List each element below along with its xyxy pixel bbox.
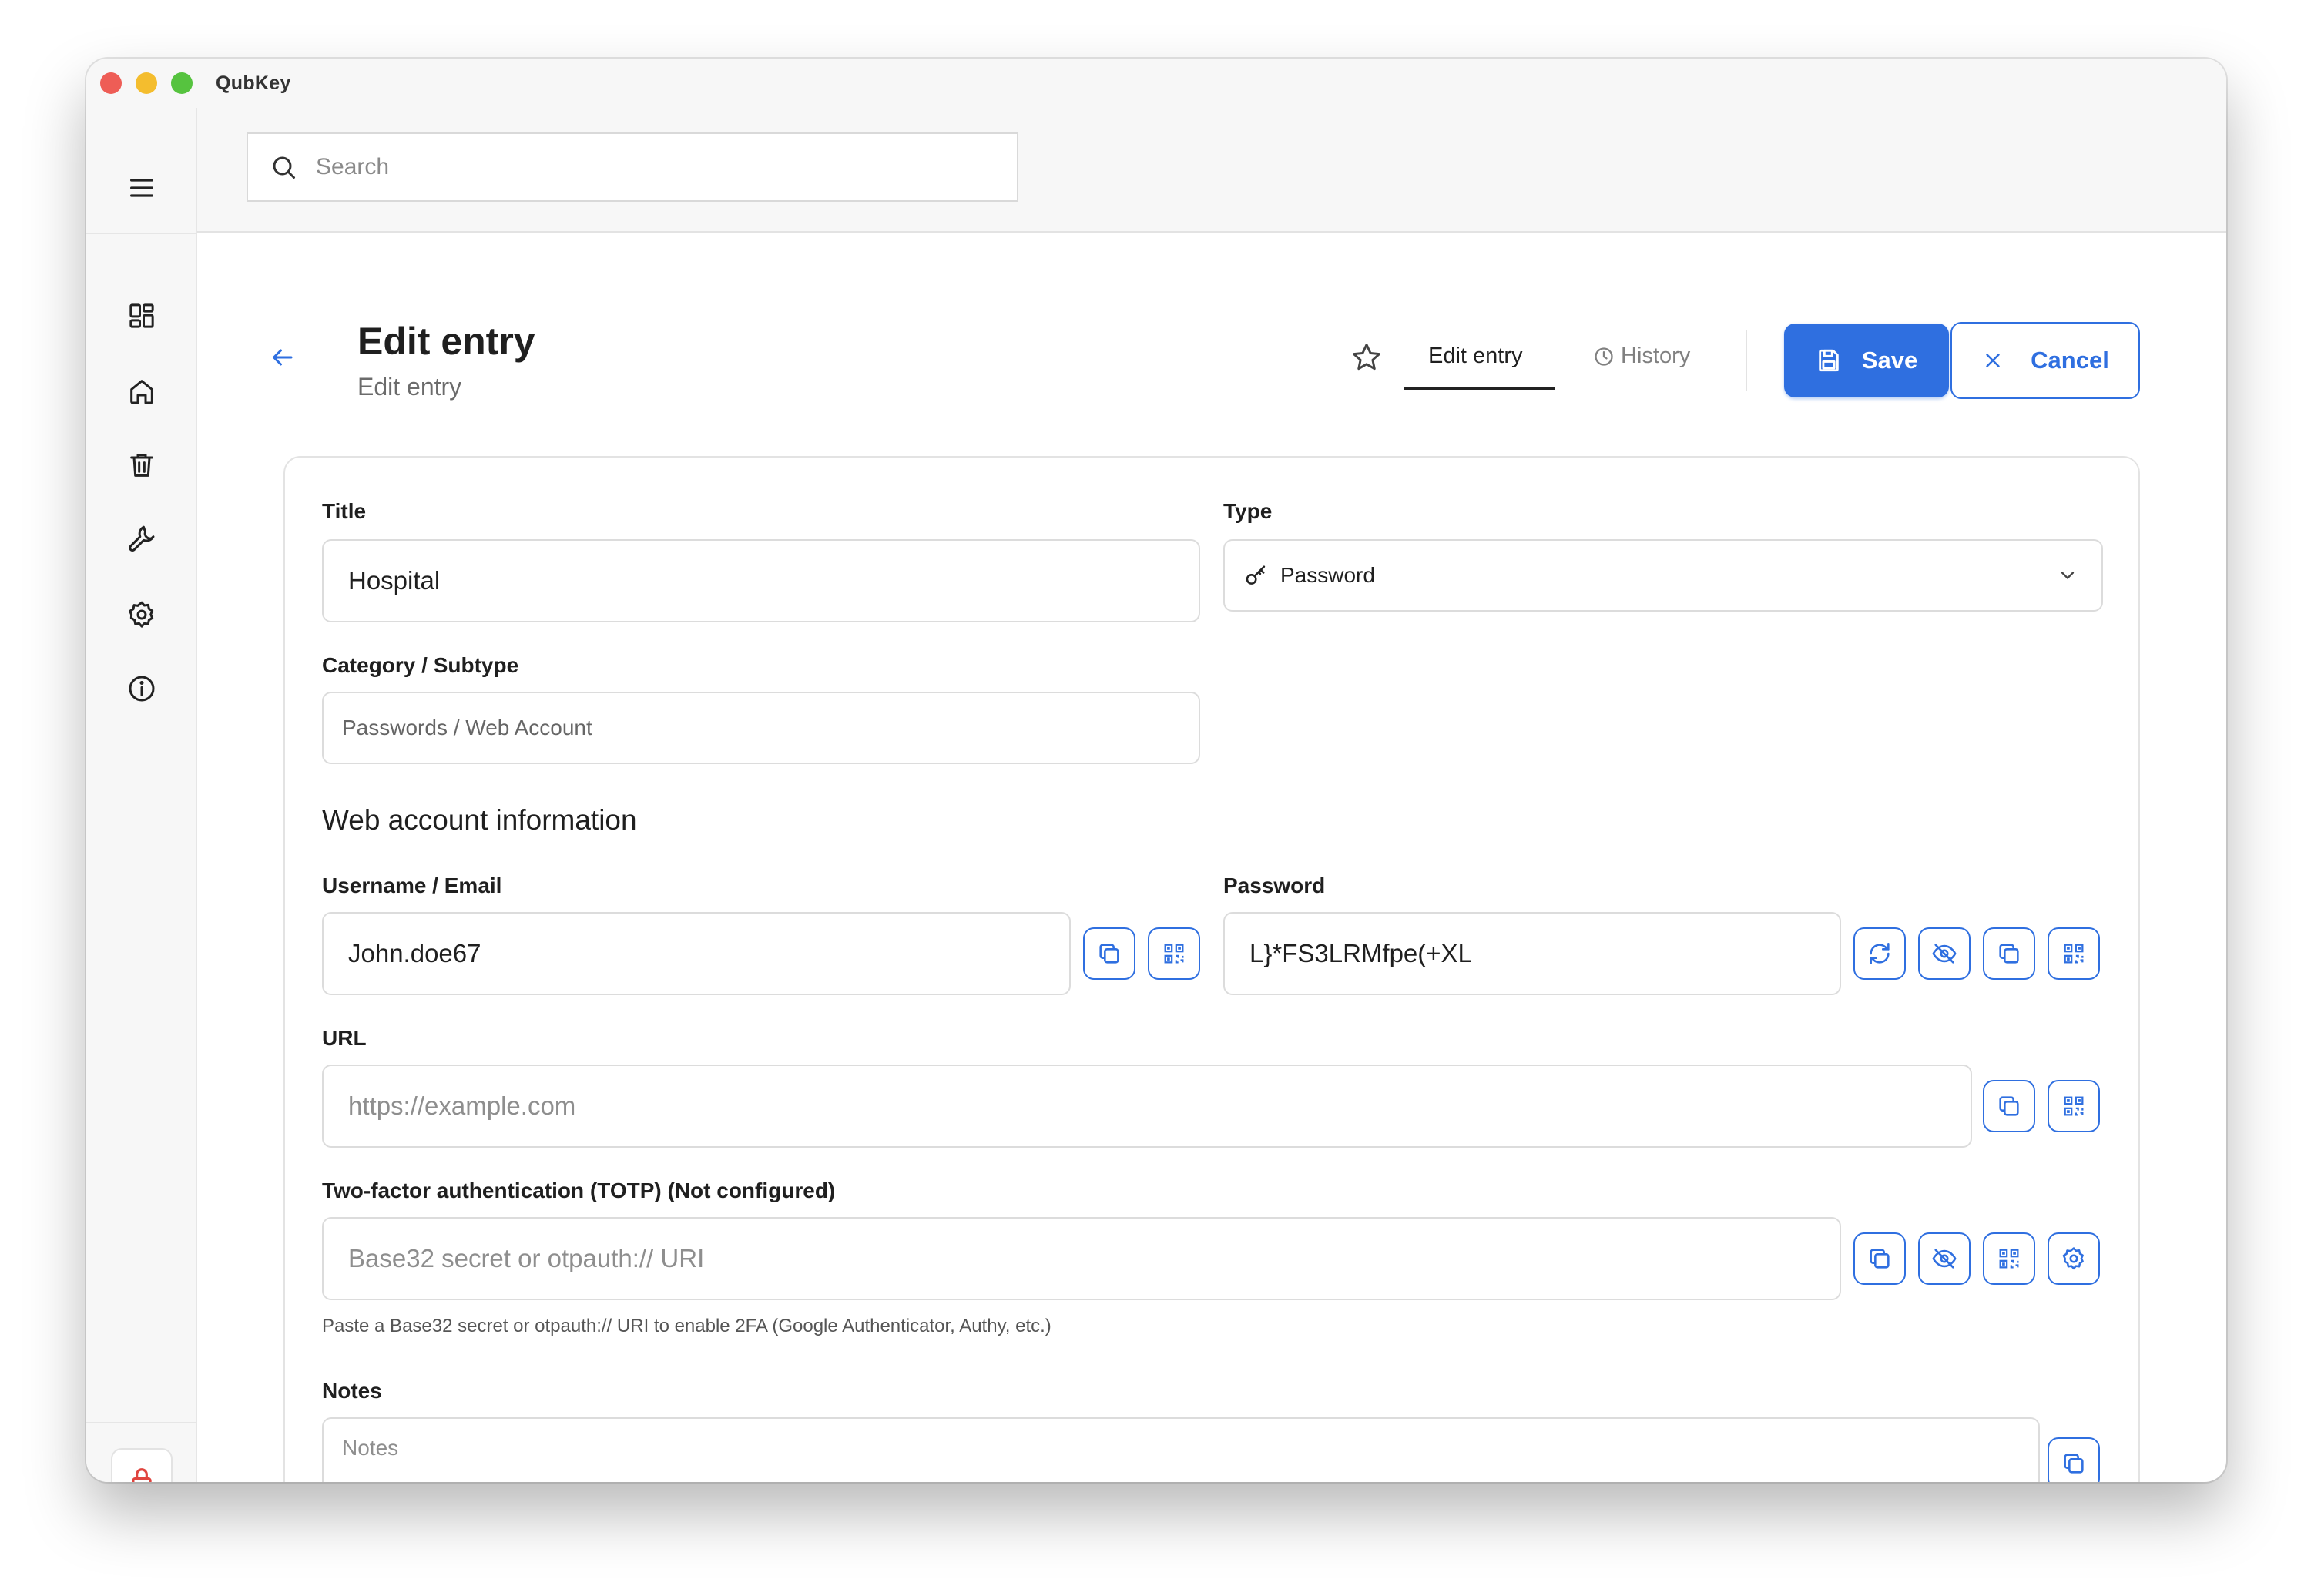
page-title: Edit entry <box>357 320 535 363</box>
copy-icon <box>1870 1249 1890 1269</box>
close-window-button[interactable] <box>100 72 122 94</box>
totp-help-text: Paste a Base32 secret or otpauth:// URI … <box>322 1316 1052 1336</box>
type-label: Type <box>1223 499 1273 523</box>
active-tab-indicator <box>1404 387 1555 390</box>
refresh-icon <box>1870 942 1890 965</box>
menu-icon[interactable] <box>119 165 165 211</box>
info-icon[interactable] <box>119 666 165 712</box>
qr-url-button[interactable] <box>2048 1080 2100 1132</box>
generate-password-button[interactable] <box>1853 927 1906 980</box>
chevron-down-icon <box>2061 572 2075 579</box>
key-icon <box>1246 565 1266 585</box>
tab-history[interactable]: History <box>1593 344 1690 369</box>
clock-icon <box>1595 347 1613 366</box>
copy-icon <box>2064 1454 2084 1474</box>
password-label: Password <box>1223 873 1326 897</box>
settings-icon[interactable] <box>119 592 165 638</box>
save-button[interactable]: Save <box>1784 324 1949 397</box>
settings-icon <box>2062 1247 2084 1270</box>
zoom-window-button[interactable] <box>171 72 193 94</box>
lock-vault-button[interactable] <box>111 1448 173 1482</box>
search-input[interactable] <box>316 154 994 180</box>
sidebar-divider <box>86 233 197 234</box>
username-label: Username / Email <box>322 873 502 897</box>
copy-username-button[interactable] <box>1083 927 1135 980</box>
copy-icon <box>1099 944 1119 964</box>
favorite-star-icon[interactable] <box>1350 340 1384 374</box>
home-icon[interactable] <box>119 368 165 414</box>
tab-history-label: History <box>1621 344 1691 368</box>
notes-label: Notes <box>322 1379 382 1403</box>
cancel-button-label: Cancel <box>2031 347 2109 374</box>
dashboard-icon[interactable] <box>119 293 165 339</box>
qr-code-icon <box>1999 1249 2019 1269</box>
page-subtitle: Edit entry <box>357 373 462 401</box>
url-label: URL <box>322 1026 367 1050</box>
minimize-window-button[interactable] <box>136 72 157 94</box>
qr-code-icon <box>2064 1096 2084 1116</box>
title-field[interactable]: Hospital <box>322 539 1200 622</box>
copy-icon <box>1999 1096 2019 1116</box>
copy-password-button[interactable] <box>1983 927 2035 980</box>
save-button-label: Save <box>1861 347 1918 374</box>
qr-username-button[interactable] <box>1148 927 1200 980</box>
qr-code-icon <box>2064 944 2084 964</box>
toggle-password-visibility-button[interactable] <box>1918 927 1971 980</box>
copy-url-button[interactable] <box>1983 1080 2035 1132</box>
totp-field[interactable]: Base32 secret or otpauth:// URI <box>322 1217 1841 1300</box>
app-title: QubKey <box>216 72 291 94</box>
type-value: Password <box>1280 563 1375 587</box>
save-disk-icon <box>1819 349 1839 372</box>
top-bar <box>197 108 2226 233</box>
sidebar-divider-bottom <box>86 1422 197 1423</box>
search-icon <box>273 156 295 179</box>
eye-off-icon <box>1932 1249 1957 1269</box>
username-field[interactable]: John.doe67 <box>322 912 1071 995</box>
totp-label: Two-factor authentication (TOTP) (Not co… <box>322 1179 836 1202</box>
trash-icon[interactable] <box>119 442 165 488</box>
totp-settings-button[interactable] <box>2048 1232 2100 1285</box>
back-arrow-icon[interactable] <box>268 344 296 371</box>
qr-code-icon <box>1164 944 1184 964</box>
section-title-web-account: Web account information <box>322 804 637 836</box>
category-label: Category / Subtype <box>322 653 519 677</box>
stage: QubKey Search Edit entry Edit entry Edit… <box>0 0 2311 1596</box>
qr-password-button[interactable] <box>2048 927 2100 980</box>
url-field[interactable]: https://example.com <box>322 1065 1972 1148</box>
category-field[interactable]: Passwords / Web Account <box>322 692 1200 764</box>
copy-totp-button[interactable] <box>1853 1232 1906 1285</box>
wrench-icon[interactable] <box>119 516 165 562</box>
tab-edit-entry[interactable]: Edit entry <box>1428 344 1523 369</box>
eye-off-icon <box>1932 944 1957 964</box>
type-select[interactable]: Password <box>1223 539 2103 612</box>
sidebar <box>86 108 197 1482</box>
search-box[interactable] <box>247 132 1018 202</box>
lock-icon <box>132 1468 152 1482</box>
app-window: QubKey Search Edit entry Edit entry Edit… <box>86 59 2226 1482</box>
header-divider <box>1746 330 1747 391</box>
toggle-totp-visibility-button[interactable] <box>1918 1232 1971 1285</box>
notes-field[interactable]: Notes <box>322 1417 2040 1482</box>
cancel-button[interactable]: Cancel <box>1950 322 2140 399</box>
title-label: Title <box>322 499 367 523</box>
close-icon <box>1986 354 2000 367</box>
copy-notes-button[interactable] <box>2048 1437 2100 1482</box>
copy-icon <box>1999 944 2019 964</box>
qr-totp-button[interactable] <box>1983 1232 2035 1285</box>
title-bar: QubKey <box>86 59 2226 108</box>
password-field[interactable]: L}*FS3LRMfpe(+XL <box>1223 912 1841 995</box>
